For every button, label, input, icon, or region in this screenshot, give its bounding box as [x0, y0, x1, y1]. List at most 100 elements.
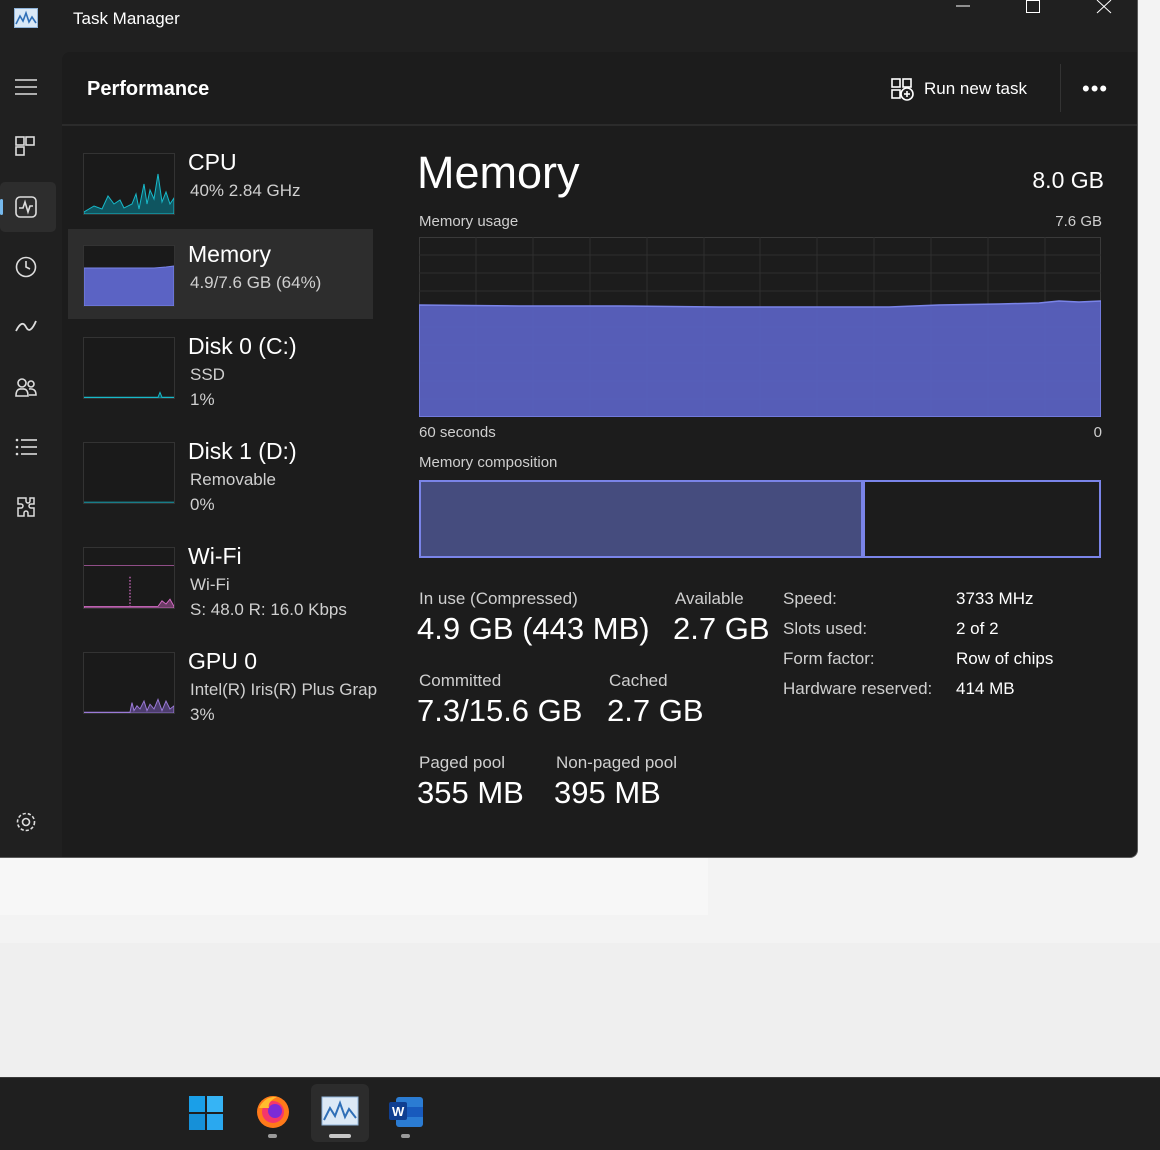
resource-usage: 0% [190, 495, 215, 514]
more-options-button[interactable]: ••• [1082, 76, 1114, 104]
resource-subtitle: SSD [190, 365, 225, 384]
running-indicator [401, 1134, 410, 1138]
resource-throughput: S: 48.0 R: 16.0 Kbps [190, 600, 347, 619]
non-paged-pool-value: 395 MB [554, 775, 661, 810]
nav-rail [0, 52, 62, 857]
details-icon [15, 438, 37, 456]
resource-subtitle: Wi-Fi [190, 575, 230, 594]
cpu-sparkline [83, 153, 175, 215]
cached-label: Cached [609, 671, 668, 690]
maximize-button[interactable] [998, 0, 1068, 20]
nav-menu-button[interactable] [0, 62, 56, 112]
memory-total: 8.0 GB [1032, 167, 1104, 193]
task-manager-window: Task Manager Performance Run new task ••… [0, 0, 1138, 858]
paged-pool-label: Paged pool [419, 753, 506, 772]
nav-startup-apps[interactable] [0, 302, 56, 352]
header-divider [1060, 64, 1061, 112]
resource-item-cpu[interactable]: CPU 40% 2.84 GHz [68, 137, 373, 227]
resource-title: Memory [188, 241, 272, 267]
svg-text:W: W [392, 1104, 405, 1119]
paged-pool-value: 355 MB [417, 775, 524, 810]
in-use-label: In use (Compressed) [419, 589, 578, 608]
app-history-icon [15, 256, 37, 278]
wifi-sparkline [83, 547, 175, 609]
minimize-button[interactable] [928, 0, 998, 20]
spec-value: 2 of 2 [956, 619, 999, 638]
taskbar-firefox[interactable] [244, 1084, 302, 1142]
run-new-task-label: Run new task [924, 79, 1027, 98]
processes-icon [15, 136, 35, 156]
resource-title: GPU 0 [188, 648, 258, 674]
disk0-sparkline [83, 337, 175, 399]
menu-icon [15, 79, 37, 95]
spec-value: 414 MB [956, 679, 1015, 698]
resource-title: Disk 1 (D:) [188, 438, 297, 464]
gpu-sparkline [83, 652, 175, 714]
in-use-value: 4.9 GB (443 MB) [417, 611, 650, 646]
taskbar-start-button[interactable] [177, 1084, 235, 1142]
spec-value: 3733 MHz [956, 589, 1034, 608]
resource-item-wifi[interactable]: Wi-Fi Wi-Fi S: 48.0 R: 16.0 Kbps [68, 537, 373, 627]
resource-item-gpu0[interactable]: GPU 0 Intel(R) Iris(R) Plus Graphics 3% [68, 642, 378, 732]
taskbar-task-manager[interactable] [311, 1084, 369, 1142]
word-icon: W [389, 1097, 423, 1127]
firefox-icon [257, 1096, 289, 1128]
task-manager-app-icon [14, 8, 38, 28]
desktop-area [0, 943, 1160, 1077]
title-bar: Task Manager [0, 0, 1137, 40]
performance-icon [15, 196, 37, 218]
maximize-icon [1026, 0, 1040, 13]
services-icon [17, 497, 35, 517]
close-button[interactable] [1068, 0, 1137, 20]
nav-performance[interactable] [0, 182, 56, 232]
nav-details[interactable] [0, 422, 56, 472]
running-indicator [268, 1134, 277, 1138]
background-window-edge [0, 858, 708, 915]
page-title: Performance [87, 78, 210, 100]
resource-item-disk1[interactable]: Disk 1 (D:) Removable 0% [68, 432, 373, 522]
committed-label: Committed [419, 671, 502, 690]
memory-composition-label: Memory composition [419, 454, 558, 471]
available-label: Available [675, 589, 744, 608]
resource-subtitle: Intel(R) Iris(R) Plus Graphics [190, 680, 378, 699]
nav-services[interactable] [0, 482, 56, 532]
nav-app-history[interactable] [0, 242, 56, 292]
committed-value: 7.3/15.6 GB [417, 693, 583, 728]
settings-icon [16, 812, 36, 832]
available-value: 2.7 GB [673, 611, 770, 646]
resource-title: Wi-Fi [188, 543, 242, 569]
resource-item-memory[interactable]: Memory 4.9/7.6 GB (64%) [68, 229, 373, 319]
graph-time-end: 0 [1093, 424, 1102, 441]
nav-settings[interactable] [0, 797, 56, 847]
resource-subtitle: 40% 2.84 GHz [190, 181, 301, 200]
taskbar-word[interactable]: W [377, 1084, 435, 1142]
windows-start-icon [189, 1096, 223, 1130]
spec-value: Row of chips [956, 649, 1054, 668]
graph-time-span: 60 seconds [419, 424, 496, 441]
resource-item-disk0[interactable]: Disk 0 (C:) SSD 1% [68, 327, 373, 417]
nav-users[interactable] [0, 362, 56, 412]
minimize-icon [956, 5, 970, 7]
resource-title: Disk 0 (C:) [188, 333, 297, 359]
resource-subtitle: 4.9/7.6 GB (64%) [190, 273, 322, 292]
running-indicator [329, 1134, 351, 1138]
memory-usage-graph [419, 237, 1101, 417]
spec-key: Slots used: [783, 619, 868, 638]
memory-usage-label: Memory usage [419, 213, 519, 230]
disk1-sparkline [83, 442, 175, 504]
resource-usage: 1% [190, 390, 215, 409]
run-new-task-button[interactable]: Run new task [890, 74, 1027, 104]
composition-in-use-segment [419, 480, 863, 558]
memory-composition-bar [419, 480, 1101, 558]
spec-key: Speed: [783, 589, 837, 608]
nav-processes[interactable] [0, 122, 56, 172]
resource-title: CPU [188, 149, 237, 175]
window-title: Task Manager [73, 9, 180, 28]
cached-value: 2.7 GB [607, 693, 704, 728]
resource-subtitle: Removable [190, 470, 276, 489]
run-new-task-icon [891, 78, 914, 101]
task-manager-icon [321, 1096, 359, 1126]
memory-usage-max: 7.6 GB [1055, 213, 1102, 230]
composition-modified-segment [862, 481, 865, 557]
spec-key: Form factor: [783, 649, 875, 668]
